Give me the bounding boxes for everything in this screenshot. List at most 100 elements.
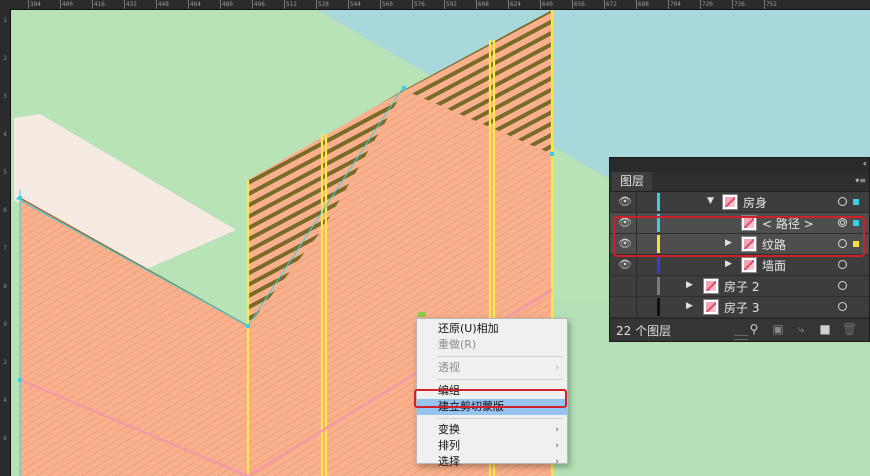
- resize-grip-icon[interactable]: [734, 335, 748, 340]
- trash-icon[interactable]: 🗑: [842, 322, 857, 336]
- panel-tabbar: 图层 ▾≡: [610, 172, 869, 192]
- menu-item[interactable]: 变换 ›: [417, 422, 567, 438]
- chevron-right-icon[interactable]: ▶: [725, 259, 732, 269]
- ruler-tick: 624: [508, 0, 521, 9]
- target-icon[interactable]: [838, 197, 847, 206]
- ruler-tick: 672: [604, 0, 617, 9]
- ruler-tick: 496: [252, 0, 265, 9]
- target-icon[interactable]: [838, 281, 847, 290]
- search-icon[interactable]: ⚲: [747, 322, 761, 336]
- ruler-tick: 3: [3, 93, 7, 100]
- layer-color-bar: [657, 298, 660, 316]
- ruler-tick: 2: [3, 359, 7, 366]
- menu-item-label: 透视: [438, 361, 460, 374]
- chevron-down-icon[interactable]: ▼: [707, 196, 714, 206]
- chevron-right-icon: ›: [555, 363, 559, 373]
- ruler-tick: 4: [3, 397, 7, 404]
- ruler-tick: 720: [700, 0, 713, 9]
- ruler-tick: 6: [3, 435, 7, 442]
- ruler-tick: 384: [28, 0, 41, 9]
- menu-item[interactable]: 还原(U)相加: [417, 321, 567, 337]
- ruler-tick: 400: [60, 0, 73, 9]
- menu-item-label: 排列: [438, 439, 460, 452]
- ruler-tick: 656: [572, 0, 585, 9]
- menu-icon[interactable]: ▾≡: [855, 176, 866, 185]
- tab-layers[interactable]: 图层: [612, 172, 653, 191]
- menu-item[interactable]: 选择 ›: [417, 454, 567, 470]
- panel-titlebar[interactable]: ‹‹: [610, 158, 869, 172]
- ruler-tick: 736: [732, 0, 745, 9]
- layer-name[interactable]: 房子 2: [724, 278, 759, 295]
- chevron-right-icon: ›: [555, 441, 559, 451]
- ruler-tick: 7: [3, 245, 7, 252]
- menu-separator: [437, 356, 563, 357]
- ruler-tick: 432: [124, 0, 137, 9]
- eye-icon[interactable]: 👁: [618, 196, 632, 208]
- ruler-tick: 560: [380, 0, 393, 9]
- collapse-icon[interactable]: ‹‹: [863, 159, 868, 168]
- chevron-right-icon: ›: [555, 425, 559, 435]
- menu-highlight-box: [414, 389, 567, 408]
- vertical-ruler[interactable]: 1 2 3 4 5 6 7 8 9 2 4 6: [0, 9, 11, 476]
- ruler-tick: 464: [188, 0, 201, 9]
- ruler-tick: 608: [476, 0, 489, 9]
- layer-thumbnail: [722, 194, 738, 210]
- ruler-tick: 8: [3, 283, 7, 290]
- ruler-tick: 640: [540, 0, 553, 9]
- layer-color-bar: [657, 256, 660, 274]
- chevron-right-icon[interactable]: ▶: [686, 280, 693, 290]
- ruler-tick: 480: [220, 0, 233, 9]
- divider: [636, 276, 637, 296]
- layer-row[interactable]: ▶ 房子 2: [610, 276, 869, 297]
- layer-name[interactable]: 房子 3: [724, 299, 759, 316]
- menu-item[interactable]: 排列 ›: [417, 438, 567, 454]
- ruler-tick: 6: [3, 207, 7, 214]
- layer-thumbnail: [741, 257, 757, 273]
- ruler-tick: 752: [764, 0, 777, 9]
- ruler-tick: 544: [348, 0, 361, 9]
- layer-color-bar: [657, 193, 660, 211]
- layer-thumbnail: [703, 278, 719, 294]
- menu-separator: [437, 379, 563, 380]
- divider: [636, 192, 637, 212]
- chevron-right-icon: ›: [555, 457, 559, 467]
- divider: [636, 255, 637, 275]
- ruler-tick: 592: [444, 0, 457, 9]
- ruler-tick: 688: [636, 0, 649, 9]
- menu-separator: [437, 418, 563, 419]
- target-icon[interactable]: [838, 302, 847, 311]
- new-sublayer-icon[interactable]: ⤷: [794, 322, 808, 336]
- ruler-tick: 9: [3, 321, 7, 328]
- ruler-tick: 2: [3, 55, 7, 62]
- make-clipping-mask-icon[interactable]: ▣: [771, 322, 785, 336]
- eye-icon[interactable]: 👁: [618, 259, 632, 271]
- layer-color-bar: [657, 277, 660, 295]
- visibility-toggle[interactable]: [618, 301, 632, 313]
- selection-indicator[interactable]: [853, 199, 859, 205]
- divider: [636, 297, 637, 317]
- horizontal-ruler[interactable]: 384 400 416 432 448 464 480 496 512 528 544 560 576 5…: [0, 0, 870, 10]
- menu-item-label: 选择: [438, 455, 460, 468]
- layer-row[interactable]: 👁 ▶ 墙面: [610, 255, 869, 276]
- new-layer-icon[interactable]: ■: [818, 322, 832, 336]
- chevron-right-icon[interactable]: ▶: [686, 301, 693, 311]
- ruler-tick: 4: [3, 131, 7, 138]
- menu-item-label: 还原(U)相加: [438, 322, 499, 335]
- menu-item[interactable]: 重做(R): [417, 337, 567, 353]
- layer-row[interactable]: ▶ 房子 3: [610, 297, 869, 318]
- layers-highlight-box: [613, 216, 865, 257]
- target-icon[interactable]: [838, 260, 847, 269]
- ruler-tick: 576: [412, 0, 425, 9]
- layer-row[interactable]: 👁 ▼ 房身: [610, 192, 869, 213]
- ruler-tick: 448: [156, 0, 169, 9]
- ruler-tick: 704: [668, 0, 681, 9]
- ruler-tick: 5: [3, 169, 7, 176]
- visibility-toggle[interactable]: [618, 280, 632, 292]
- layer-name[interactable]: 墙面: [762, 257, 786, 274]
- menu-item[interactable]: 透视 ›: [417, 360, 567, 376]
- menu-item-label: 变换: [438, 423, 460, 436]
- layer-name[interactable]: 房身: [743, 194, 767, 211]
- panel-footer: 22 个图层 ⚲ ▣ ⤷ ■ 🗑: [610, 318, 869, 341]
- layer-count: 22 个图层: [616, 324, 672, 338]
- ruler-tick: 416: [92, 0, 105, 9]
